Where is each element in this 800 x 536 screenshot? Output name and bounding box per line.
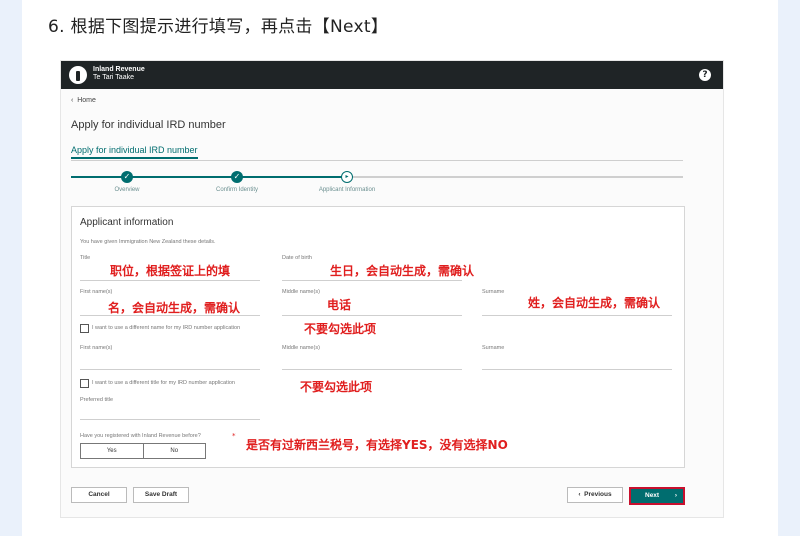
page-title: Apply for individual IRD number bbox=[71, 119, 226, 131]
title-label: Title bbox=[80, 255, 91, 261]
step-label-confirm-identity: Confirm Identity bbox=[215, 187, 259, 193]
chevron-left-icon: ‹ bbox=[578, 491, 581, 498]
preferred-title-field[interactable] bbox=[80, 419, 260, 420]
tab-divider bbox=[71, 160, 683, 161]
brand-text: Inland Revenue Te Tari Taake bbox=[93, 66, 145, 82]
next-label: Next bbox=[645, 492, 660, 499]
surname-field-2[interactable] bbox=[482, 369, 672, 370]
title-field[interactable] bbox=[80, 280, 260, 281]
top-bar: Inland Revenue Te Tari Taake ? bbox=[61, 61, 723, 89]
step-label-overview: Overview bbox=[114, 187, 140, 193]
progress-line-complete bbox=[71, 176, 347, 178]
cancel-button[interactable]: Cancel bbox=[71, 487, 127, 503]
annotation-dob: 生日，会自动生成，需确认 bbox=[330, 264, 475, 278]
dob-label: Date of birth bbox=[282, 255, 312, 261]
annotation-surname: 姓，会自动生成，需确认 bbox=[528, 296, 661, 310]
middle-names-field[interactable] bbox=[282, 315, 462, 316]
first-names-field-2[interactable] bbox=[80, 369, 260, 370]
surname-label-2: Surname bbox=[482, 345, 505, 351]
breadcrumb[interactable]: ‹ Home bbox=[71, 97, 96, 104]
applicant-info-form: Applicant information You have given Imm… bbox=[71, 206, 685, 468]
annotation-no-check-1: 不要勾选此项 bbox=[304, 322, 377, 336]
step-current-icon: ▸ bbox=[341, 171, 353, 183]
middle-names-label: Middle name(s) bbox=[282, 289, 320, 295]
annotation-title: 职位，根据签证上的填 bbox=[110, 264, 231, 278]
help-icon[interactable]: ? bbox=[699, 69, 711, 81]
next-button[interactable]: Next › bbox=[629, 487, 685, 505]
no-option[interactable]: No bbox=[144, 444, 206, 458]
save-draft-button[interactable]: Save Draft bbox=[133, 487, 189, 503]
breadcrumb-home[interactable]: Home bbox=[77, 97, 96, 104]
step-check-icon: ✓ bbox=[121, 171, 133, 183]
instruction-text: 6. 根据下图提示进行填写，再点击【Next】 bbox=[48, 17, 389, 37]
different-name-label: I want to use a different name for my IR… bbox=[92, 325, 241, 331]
annotation-middle: 电话 bbox=[327, 298, 352, 312]
registered-question: Have you registered with Inland Revenue … bbox=[80, 433, 201, 439]
surname-field[interactable] bbox=[482, 315, 672, 316]
different-title-checkbox[interactable] bbox=[80, 379, 89, 388]
inland-revenue-logo-icon bbox=[69, 66, 87, 84]
middle-names-label-2: Middle name(s) bbox=[282, 345, 320, 351]
brand-name: Inland Revenue bbox=[93, 66, 145, 73]
previous-label: Previous bbox=[584, 491, 612, 498]
first-names-label-2: First name(s) bbox=[80, 345, 113, 351]
annotation-registered: 是否有过新西兰税号，有选择YES，没有选择NO bbox=[246, 438, 508, 452]
chevron-left-icon: ‹ bbox=[71, 97, 74, 104]
preferred-title-label: Preferred title bbox=[80, 397, 114, 403]
middle-names-field-2[interactable] bbox=[282, 369, 462, 370]
yes-option[interactable]: Yes bbox=[81, 444, 144, 458]
step-check-icon: ✓ bbox=[231, 171, 243, 183]
annotation-no-check-2: 不要勾选此项 bbox=[300, 380, 373, 394]
brand-subname: Te Tari Taake bbox=[93, 74, 134, 81]
form-intro: You have given Immigration New Zealand t… bbox=[80, 239, 216, 245]
dob-field[interactable] bbox=[282, 280, 462, 281]
form-heading: Applicant information bbox=[80, 217, 174, 228]
step-label-applicant-info: Applicant Information bbox=[318, 187, 376, 193]
different-name-checkbox[interactable] bbox=[80, 324, 89, 333]
first-names-label: First name(s) bbox=[80, 289, 113, 295]
tab-apply-ird[interactable]: Apply for individual IRD number bbox=[71, 145, 198, 159]
registered-toggle[interactable]: Yes No bbox=[80, 443, 206, 459]
progress-line-remaining bbox=[347, 176, 683, 178]
required-star: * bbox=[232, 432, 236, 440]
chevron-right-icon: › bbox=[674, 492, 677, 499]
progress-stepper: ✓ Overview ✓ Confirm Identity ▸ Applican… bbox=[71, 171, 683, 195]
surname-label: Surname bbox=[482, 289, 505, 295]
previous-button[interactable]: ‹ Previous bbox=[567, 487, 623, 503]
different-title-label: I want to use a different title for my I… bbox=[92, 380, 235, 386]
annotation-first-name: 名，会自动生成，需确认 bbox=[108, 301, 241, 315]
